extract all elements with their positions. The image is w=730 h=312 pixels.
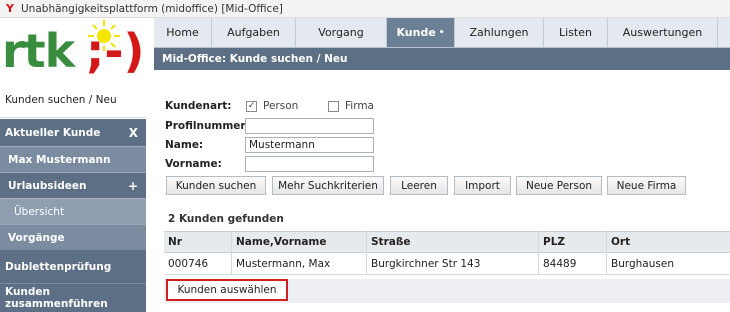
sidebar-item-vorgaenge[interactable]: Vorgänge (0, 224, 146, 250)
tab-zahlungen[interactable]: Zahlungen (455, 18, 544, 47)
breadcrumb: Mid-Office: Kunde suchen / Neu (154, 48, 730, 70)
column-header-nr[interactable]: Nr (164, 231, 232, 253)
app-icon: Y (6, 1, 14, 15)
more-criteria-button[interactable]: Mehr Suchkriterien (272, 176, 384, 195)
column-header-ort[interactable]: Ort (607, 231, 730, 253)
cell-nr: 000746 (164, 252, 232, 275)
company-checkbox[interactable]: Firma (328, 100, 374, 112)
checkbox-unchecked-icon (328, 100, 339, 112)
add-icon[interactable]: + (128, 179, 138, 193)
results-table: Nr Name,Vorname Straße PLZ Ort 000746 Mu… (164, 231, 730, 275)
rtk-logo: rtk ;-) (0, 18, 154, 82)
sidebar-item-aktueller-kunde[interactable]: Aktueller Kunde X (0, 119, 146, 146)
cell-ort: Burghausen (611, 257, 674, 270)
column-header-name[interactable]: Name,Vorname (232, 231, 367, 253)
clear-button[interactable]: Leeren (390, 176, 448, 195)
tab-aufgaben[interactable]: Aufgaben (212, 18, 296, 47)
table-row[interactable]: 000746 Mustermann, Max Burgkirchner Str … (164, 252, 730, 275)
cell-plz: 84489 (539, 252, 607, 275)
person-checkbox[interactable]: ✓ Person (246, 100, 298, 112)
close-icon[interactable]: X (129, 126, 138, 140)
firstname-label: Vorname: (165, 158, 222, 170)
sidebar-item-uebersicht[interactable]: Übersicht (0, 198, 146, 224)
column-header-street[interactable]: Straße (367, 231, 539, 253)
logo-smiley: ;-) (86, 24, 145, 78)
sidebar-item-kunden-suchen[interactable]: Kunden suchen / Neu (0, 82, 146, 118)
tab-home[interactable]: Home (154, 18, 212, 47)
logo-text: rtk (2, 24, 75, 78)
customer-type-label: Kundenart: (165, 100, 232, 112)
sidebar: Kunden suchen / Neu Aktueller Kunde X Ma… (0, 82, 146, 312)
firstname-input[interactable] (245, 156, 374, 172)
sidebar-item-dublettenpruefung[interactable]: Dublettenprüfung (0, 250, 146, 283)
tab-listen[interactable]: Listen (544, 18, 608, 47)
import-button[interactable]: Import (454, 176, 511, 195)
tab-vorgang[interactable]: Vorgang (296, 18, 387, 47)
tab-kunde[interactable]: Kunde • (387, 18, 455, 47)
new-company-button[interactable]: Neue Firma (607, 176, 686, 195)
new-person-button[interactable]: Neue Person (516, 176, 602, 195)
select-customer-button[interactable]: Kunden auswählen (166, 279, 288, 301)
sidebar-item-customer-name[interactable]: Max Mustermann (0, 146, 146, 172)
window-title: Unabhängigkeitsplattform (midoffice) [Mi… (21, 2, 283, 15)
main-content: Kundenart: ✓ Person Firma Profilnummer: … (154, 70, 730, 312)
profile-number-input[interactable] (245, 118, 374, 134)
main-navigation: Home Aufgaben Vorgang Kunde • Zahlungen L… (154, 18, 730, 48)
checkbox-checked-icon: ✓ (246, 100, 257, 112)
table-header: Nr Name,Vorname Straße PLZ Ort (164, 231, 730, 253)
search-customers-button[interactable]: Kunden suchen (166, 176, 266, 195)
sidebar-item-urlaubsideen[interactable]: Urlaubsideen + (0, 172, 146, 198)
column-header-plz[interactable]: PLZ (539, 231, 607, 253)
name-label: Name: (165, 139, 204, 151)
name-input[interactable]: Mustermann (245, 137, 374, 153)
window-title-bar: Y Unabhängigkeitsplattform (midoffice) [… (0, 0, 730, 18)
active-marker: • (438, 27, 445, 38)
tab-auswertungen[interactable]: Auswertungen (608, 18, 718, 47)
profile-number-label: Profilnummer: (165, 120, 250, 132)
cell-name: Mustermann, Max (232, 252, 367, 275)
sidebar-item-kunden-zusammenfuehren[interactable]: Kunden zusammenführen (0, 283, 146, 312)
cell-street: Burgkirchner Str 143 (367, 252, 539, 275)
results-count: 2 Kunden gefunden (168, 213, 284, 225)
